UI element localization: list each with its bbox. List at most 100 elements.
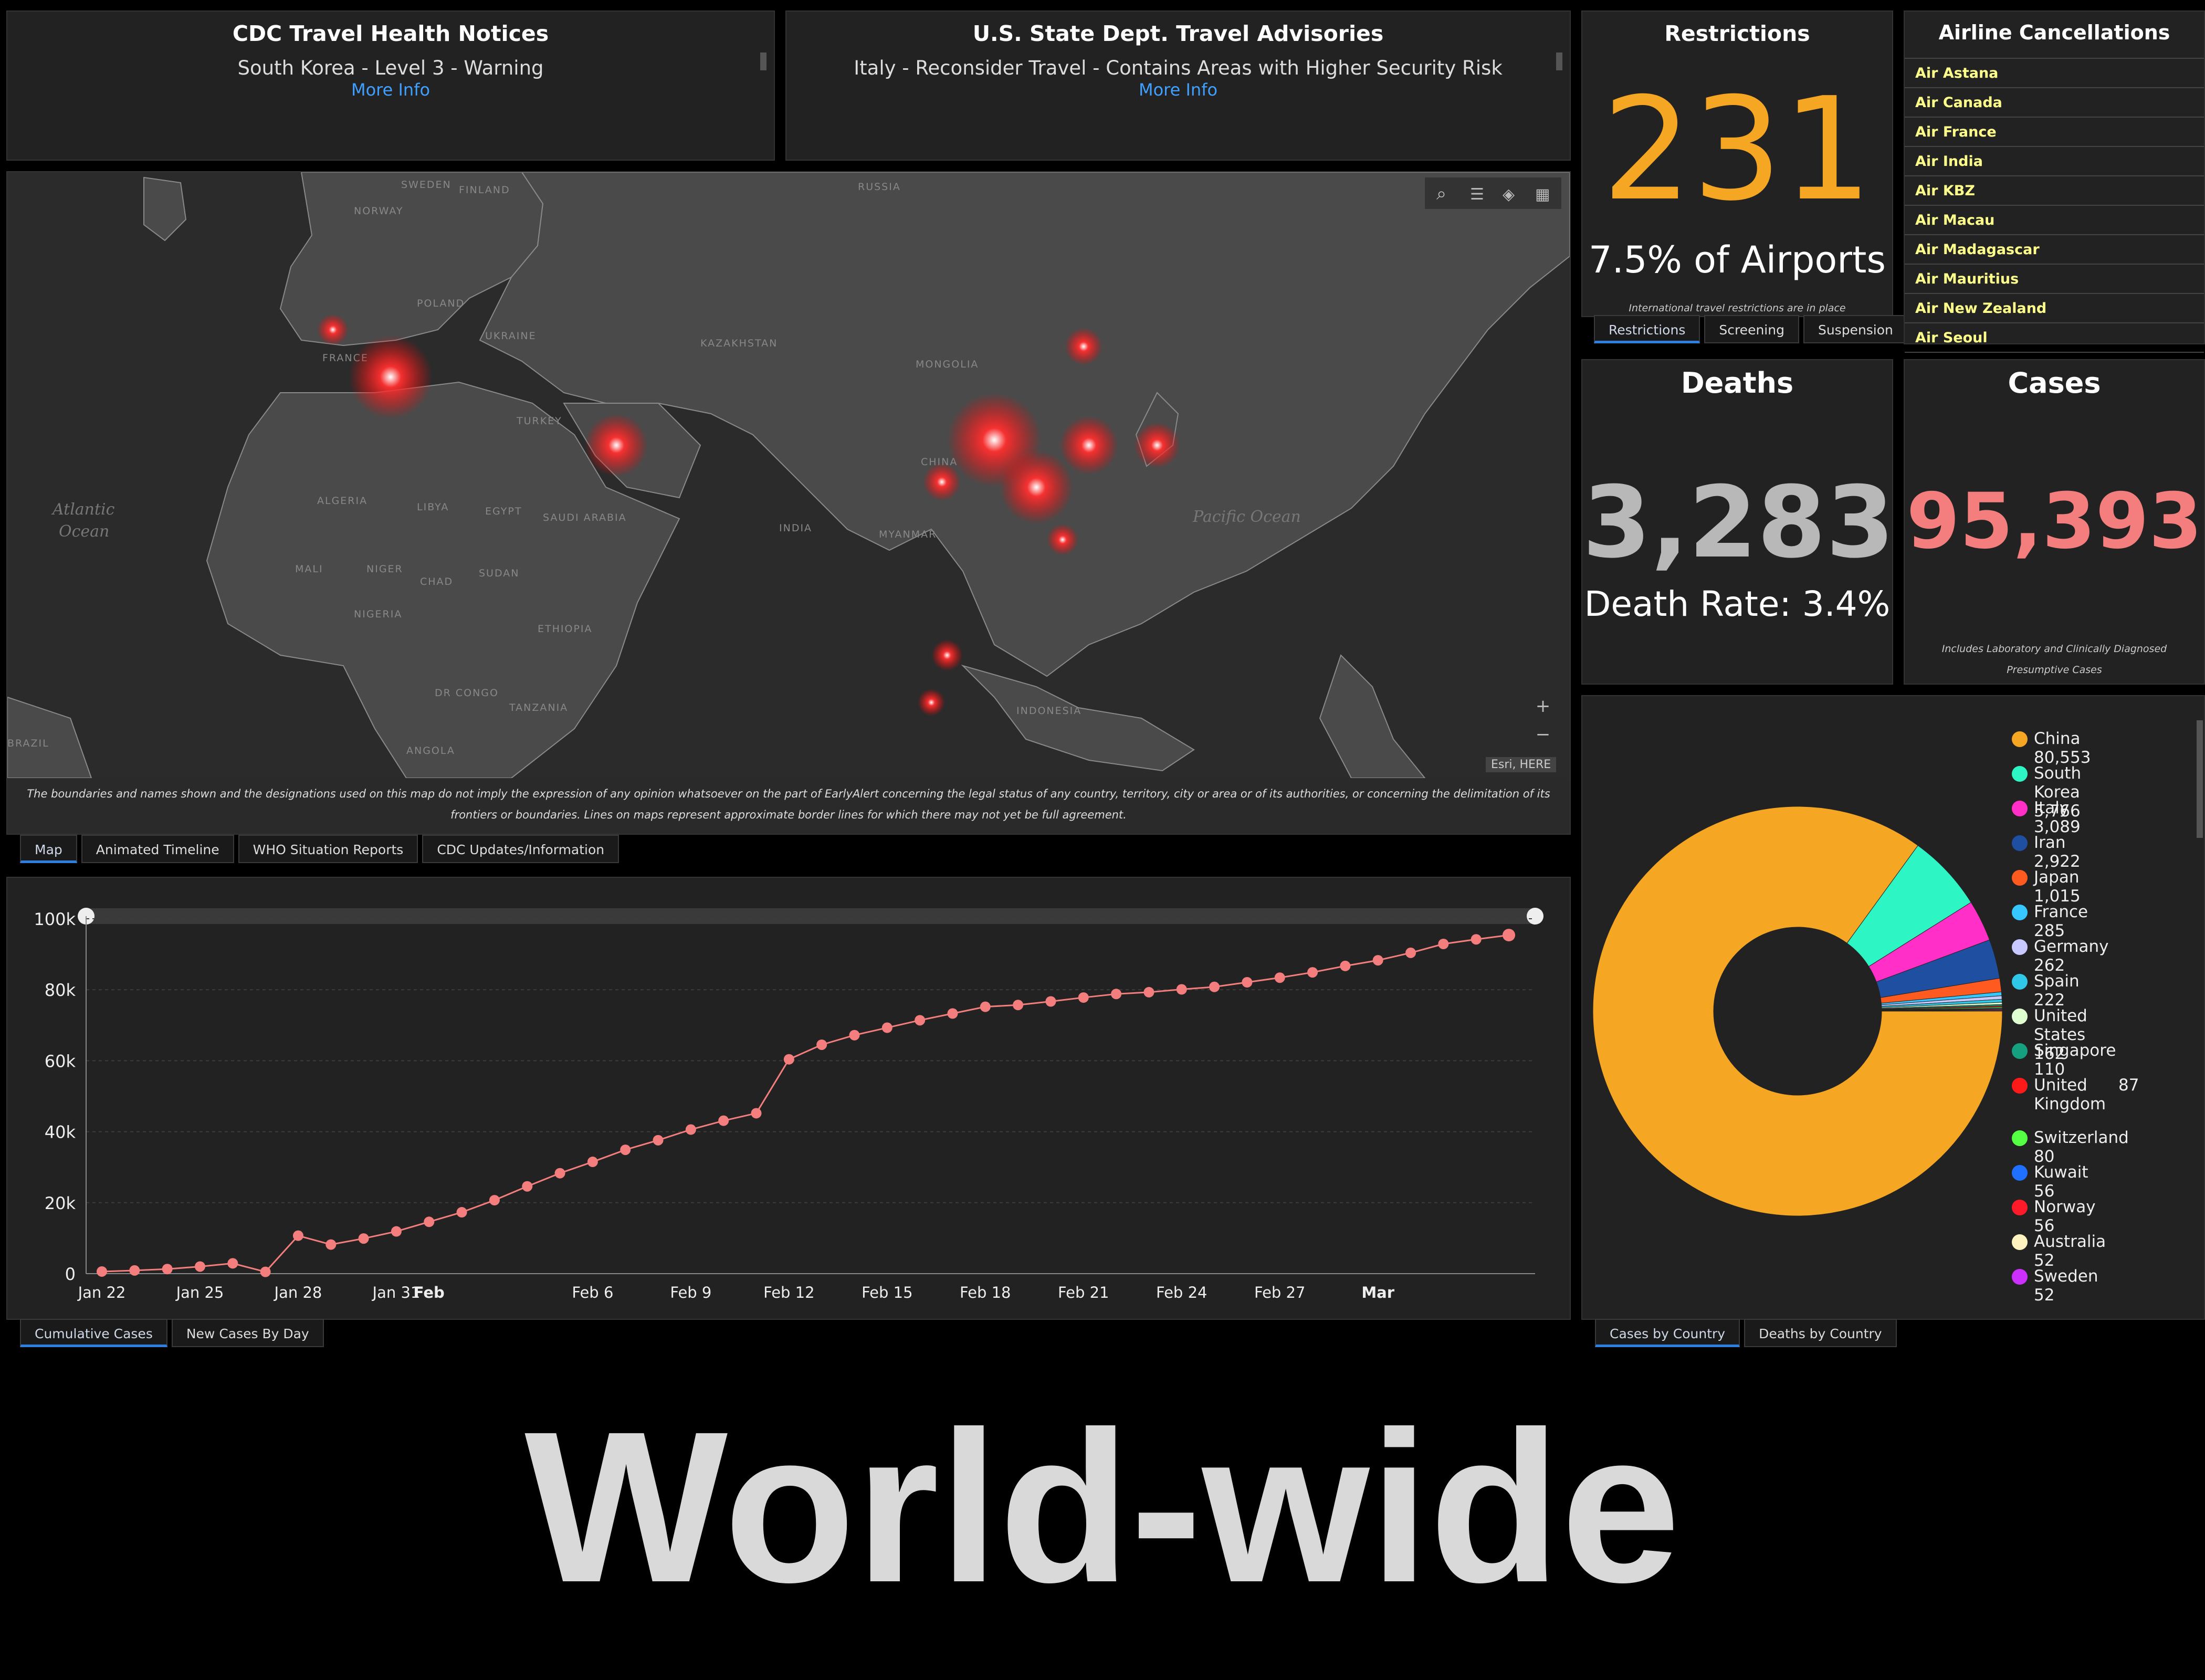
data-point[interactable] (456, 1207, 467, 1218)
hotspot-marker[interactable] (349, 335, 433, 419)
data-point[interactable] (1340, 960, 1351, 971)
hotspot-marker[interactable] (1000, 450, 1073, 524)
search-icon[interactable]: ⌕ (1436, 183, 1446, 204)
tab-cases-by-country[interactable]: Cases by Country (1595, 1319, 1740, 1347)
data-point[interactable] (391, 1226, 402, 1237)
legend-item[interactable]: Australia 52 (2012, 1232, 2106, 1270)
hotspot-marker[interactable] (1059, 416, 1118, 475)
data-point[interactable] (751, 1108, 762, 1119)
data-point[interactable] (1471, 934, 1482, 945)
data-point[interactable] (1503, 929, 1515, 942)
list-item[interactable]: Air New Zealand (1905, 294, 2204, 323)
tab-animated-timeline[interactable]: Animated Timeline (81, 835, 234, 863)
data-point[interactable] (1307, 967, 1318, 978)
data-point[interactable] (1013, 1000, 1024, 1011)
data-point[interactable] (1078, 992, 1089, 1003)
data-point[interactable] (1242, 977, 1253, 988)
legend-item[interactable]: Sweden 52 (2012, 1267, 2098, 1305)
zoom-out-button[interactable]: − (1528, 720, 1558, 749)
data-point[interactable] (1209, 981, 1220, 992)
data-point[interactable] (816, 1039, 827, 1050)
data-point[interactable] (554, 1168, 565, 1179)
legend-item[interactable]: Kuwait 56 (2012, 1163, 2088, 1201)
state-more-info-link[interactable]: More Info (786, 80, 1570, 100)
data-point[interactable] (947, 1008, 958, 1019)
legend-item[interactable]: Spain 222 (2012, 972, 2080, 1010)
state-scrollbar[interactable] (1556, 52, 1562, 70)
hotspot-marker[interactable] (1065, 328, 1102, 365)
tab-map[interactable]: Map (20, 835, 77, 863)
tab-restrictions[interactable]: Restrictions (1594, 315, 1700, 343)
data-point[interactable] (522, 1181, 533, 1192)
hotspot-marker[interactable] (923, 463, 961, 501)
cdc-scrollbar[interactable] (760, 52, 766, 70)
data-point[interactable] (227, 1258, 238, 1269)
list-item[interactable]: Air Astana (1905, 59, 2204, 88)
data-point[interactable] (783, 1054, 794, 1065)
list-item[interactable]: Air India (1905, 147, 2204, 176)
data-point[interactable] (129, 1265, 140, 1276)
data-point[interactable] (685, 1124, 696, 1135)
data-point[interactable] (1438, 938, 1449, 949)
data-point[interactable] (915, 1015, 926, 1026)
world-map[interactable]: SWEDEN FINLAND RUSSIA NORWAY POLAND UKRA… (7, 172, 1570, 778)
tab-suspension[interactable]: Suspension (1803, 315, 1908, 343)
legend-item[interactable]: Switzerland 80 (2012, 1128, 2129, 1166)
data-point[interactable] (424, 1216, 435, 1227)
legend-list-icon[interactable]: ☰ (1470, 185, 1484, 204)
tab-new-cases-by-day[interactable]: New Cases By Day (171, 1319, 324, 1347)
data-point[interactable] (620, 1144, 631, 1156)
layers-icon[interactable]: ◈ (1503, 185, 1515, 204)
legend-item[interactable]: Italy 3,089 (2012, 799, 2081, 836)
legend-item[interactable]: France 285 (2012, 902, 2088, 940)
legend-item[interactable]: China 80,553 (2012, 729, 2091, 767)
tab-cdc-updates[interactable]: CDC Updates/Information (422, 835, 620, 863)
legend-item[interactable]: United 87 Kingdom (2012, 1076, 2160, 1114)
data-point[interactable] (1045, 996, 1056, 1007)
data-point[interactable] (1143, 986, 1154, 998)
data-point[interactable] (326, 1239, 337, 1250)
legend-item[interactable]: Japan 1,015 (2012, 868, 2081, 906)
tab-cumulative-cases[interactable]: Cumulative Cases (20, 1319, 167, 1347)
hotspot-marker[interactable] (317, 314, 349, 345)
legend-item[interactable]: Norway 56 (2012, 1198, 2096, 1235)
qr-code-icon[interactable]: ▦ (1535, 185, 1550, 204)
cdc-more-info-link[interactable]: More Info (7, 80, 774, 100)
data-point[interactable] (587, 1157, 598, 1168)
data-point[interactable] (194, 1261, 205, 1272)
hotspot-marker[interactable] (931, 639, 963, 671)
data-point[interactable] (489, 1195, 500, 1206)
list-item[interactable]: Air Seoul (1905, 323, 2204, 353)
data-point[interactable] (718, 1115, 729, 1126)
list-item[interactable]: Air KBZ (1905, 176, 2204, 206)
data-point[interactable] (1372, 955, 1383, 966)
hotspot-marker[interactable] (1134, 422, 1180, 468)
data-point[interactable] (849, 1030, 860, 1041)
data-point[interactable] (881, 1022, 892, 1033)
data-point[interactable] (1274, 972, 1285, 983)
data-point[interactable] (358, 1233, 369, 1244)
hotspot-marker[interactable] (918, 689, 945, 716)
legend-item[interactable]: Singapore 110 (2012, 1041, 2116, 1079)
range-slider-end-handle[interactable] (1527, 908, 1544, 925)
data-point[interactable] (1111, 989, 1122, 1000)
range-slider-track[interactable] (86, 908, 1535, 924)
tab-who-situation-reports[interactable]: WHO Situation Reports (238, 835, 418, 863)
data-point[interactable] (97, 1266, 107, 1277)
data-point[interactable] (162, 1264, 173, 1275)
list-item[interactable]: Air Canada (1905, 88, 2204, 118)
legend-scrollbar[interactable] (2197, 720, 2203, 838)
list-item[interactable]: Air France (1905, 118, 2204, 147)
tab-screening[interactable]: Screening (1704, 315, 1799, 343)
data-point[interactable] (260, 1266, 271, 1277)
hotspot-marker[interactable] (1047, 524, 1078, 555)
data-point[interactable] (1405, 947, 1416, 958)
list-item[interactable]: Air Macau (1905, 206, 2204, 235)
legend-item[interactable]: Iran 2,922 (2012, 833, 2081, 871)
list-item[interactable]: Air Mauritius (1905, 265, 2204, 294)
legend-item[interactable]: Germany 262 (2012, 937, 2108, 975)
data-point[interactable] (980, 1001, 991, 1012)
zoom-in-button[interactable]: + (1528, 692, 1558, 720)
list-item[interactable]: Air Madagascar (1905, 235, 2204, 265)
hotspot-marker[interactable] (585, 414, 648, 477)
